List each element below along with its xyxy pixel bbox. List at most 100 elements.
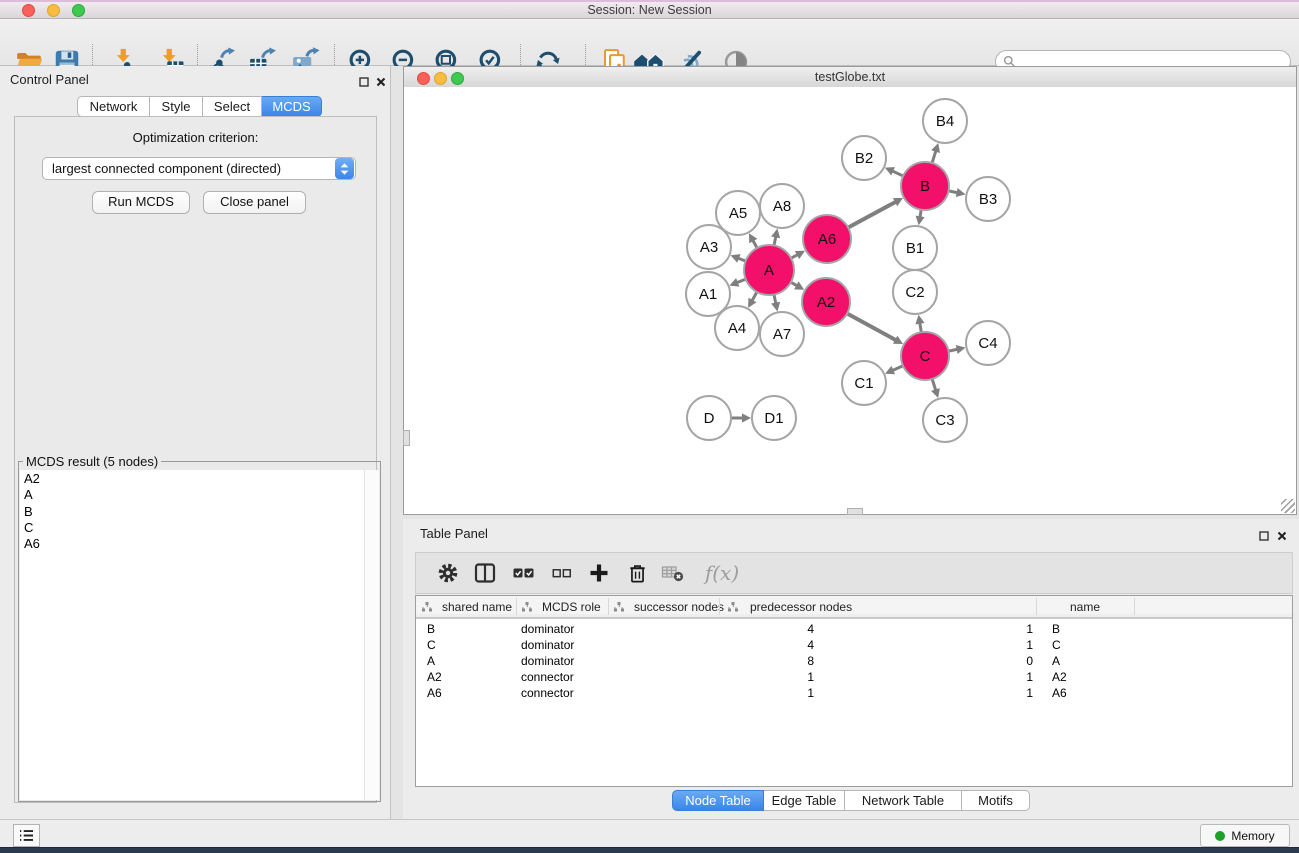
graph-node-A2[interactable]: A2 [802,278,850,326]
float-table-panel-icon[interactable] [1259,528,1269,546]
network-graph[interactable]: B4 B2 B B3 B1 A5A8A6 A3 A A1 C2 A2 A4A7 C C4 C1 C3 D D1 [404,87,1296,514]
col-name[interactable]: name [1036,600,1134,614]
tab-network-table[interactable]: Network Table [845,790,962,811]
float-panel-icon[interactable] [359,74,369,92]
table-cell[interactable]: 1 [829,670,1033,684]
table-settings-gear-icon[interactable] [431,556,465,590]
table-cell[interactable]: 1 [619,670,814,684]
graph-node-B2[interactable]: B2 [842,136,886,180]
select-all-columns-icon[interactable] [507,556,541,590]
tab-node-table[interactable]: Node Table [672,790,764,811]
function-builder-button[interactable]: f(x) [699,556,745,590]
graph-node-C1[interactable]: C1 [842,361,886,405]
mcds-result-item: C [20,520,379,536]
column-type-icon [522,602,532,612]
show-columns-icon[interactable] [468,556,502,590]
graph-node-B[interactable]: B [901,162,949,210]
table-cell[interactable]: connector [521,670,606,684]
delete-table-icon[interactable] [656,556,690,590]
table-cell[interactable]: 4 [619,622,814,636]
graph-node-A8[interactable]: A8 [760,184,804,228]
resize-grip-icon[interactable] [1281,499,1295,513]
mcds-result-item: A2 [20,471,379,487]
graph-node-A3[interactable]: A3 [687,225,731,269]
table-cell[interactable]: A6 [1052,686,1162,700]
table-cell[interactable]: 8 [619,654,814,668]
table-cell[interactable]: 1 [829,638,1033,652]
graph-node-D[interactable]: D [687,396,731,440]
tab-network[interactable]: Network [77,96,150,117]
table-row[interactable]: Bdominator 4 1 B [416,622,1292,638]
task-history-button[interactable] [13,824,40,847]
tab-edge-table[interactable]: Edge Table [764,790,845,811]
col-shared-name[interactable]: shared name [442,600,512,614]
col-mcds-role[interactable]: MCDS role [542,600,601,614]
graph-node-A7[interactable]: A7 [760,312,804,356]
graph-node-C2[interactable]: C2 [893,270,937,314]
table-cell[interactable]: dominator [521,622,606,636]
table-cell[interactable]: 1 [829,686,1033,700]
mcds-result-list[interactable]: A2ABCA6 [20,470,379,800]
graph-node-A[interactable]: A [744,245,794,295]
table-row[interactable]: Adominator 8 0 A [416,654,1292,670]
table-cell[interactable]: 4 [619,638,814,652]
table-cell[interactable]: A [1052,654,1162,668]
delete-column-trash-icon[interactable] [620,556,654,590]
table-cell[interactable]: A2 [427,670,512,684]
close-panel-button[interactable]: Close panel [203,191,306,214]
close-table-panel-icon[interactable] [1277,528,1287,546]
table-cell[interactable]: C [1052,638,1162,652]
table-cell[interactable]: B [1052,622,1162,636]
network-window-title-bar[interactable]: testGlobe.txt [404,67,1296,88]
table-cell[interactable]: 1 [619,686,814,700]
table-row[interactable]: Cdominator 4 1 C [416,638,1292,654]
run-mcds-button[interactable]: Run MCDS [92,191,190,214]
table-row[interactable]: A6 connector 1 1 A6 [416,686,1292,702]
svg-text:B2: B2 [855,150,873,167]
graph-node-A4[interactable]: A4 [715,306,759,350]
table-toolbar: f(x) [415,552,1293,594]
memory-button[interactable]: Memory [1200,824,1290,847]
unselect-all-columns-icon[interactable] [545,556,579,590]
graph-node-D1[interactable]: D1 [752,396,796,440]
table-cell[interactable]: 0 [829,654,1033,668]
table-cell[interactable]: dominator [521,654,606,668]
tab-motifs[interactable]: Motifs [962,790,1030,811]
table-cell[interactable]: 1 [829,622,1033,636]
table-cell[interactable]: A6 [427,686,512,700]
tab-style[interactable]: Style [150,96,203,117]
table-cell[interactable]: B [427,622,512,636]
table-row[interactable]: A2 connector 1 1 A2 [416,670,1292,686]
graph-node-B3[interactable]: B3 [966,177,1010,221]
network-view-window: testGlobe.txt B4 B2 B B3 B1 A5A8A6 A3 A A1 C2 A2 A4… [403,66,1297,515]
table-cell[interactable]: A2 [1052,670,1162,684]
mcds-result-item: B [20,504,379,520]
graph-node-B4[interactable]: B4 [923,99,967,143]
tab-mcds[interactable]: MCDS [262,96,322,117]
col-successor-nodes[interactable]: successor nodes [634,600,724,614]
graph-node-B1[interactable]: B1 [893,226,937,270]
resize-nub-left[interactable] [403,430,410,446]
resize-nub-bottom[interactable] [847,508,863,515]
graph-node-C4[interactable]: C4 [966,321,1010,365]
table-cell[interactable]: connector [521,686,606,700]
mcds-result-scrollbar[interactable] [364,470,379,800]
table-cell[interactable]: A [427,654,512,668]
graph-node-C3[interactable]: C3 [923,398,967,442]
tab-select[interactable]: Select [203,96,262,117]
optimization-criterion-value: largest connected component (directed) [43,161,335,176]
graph-node-C[interactable]: C [901,332,949,380]
table-cell[interactable]: dominator [521,638,606,652]
create-column-plus-icon[interactable] [582,556,616,590]
table-cell[interactable]: C [427,638,512,652]
graph-node-A5[interactable]: A5 [716,191,760,235]
graph-node-A6[interactable]: A6 [803,215,851,263]
svg-text:D: D [704,410,715,427]
optimization-criterion-select[interactable]: largest connected component (directed) [42,157,356,180]
col-predecessor-nodes[interactable]: predecessor nodes [750,600,852,614]
svg-text:C3: C3 [935,412,954,429]
graph-node-A1[interactable]: A1 [686,272,730,316]
close-panel-icon[interactable] [376,74,386,92]
edge-arrow-icon [956,188,966,197]
network-canvas[interactable]: B4 B2 B B3 B1 A5A8A6 A3 A A1 C2 A2 A4A7 C C4 C1 C3 D D1 [404,87,1296,514]
